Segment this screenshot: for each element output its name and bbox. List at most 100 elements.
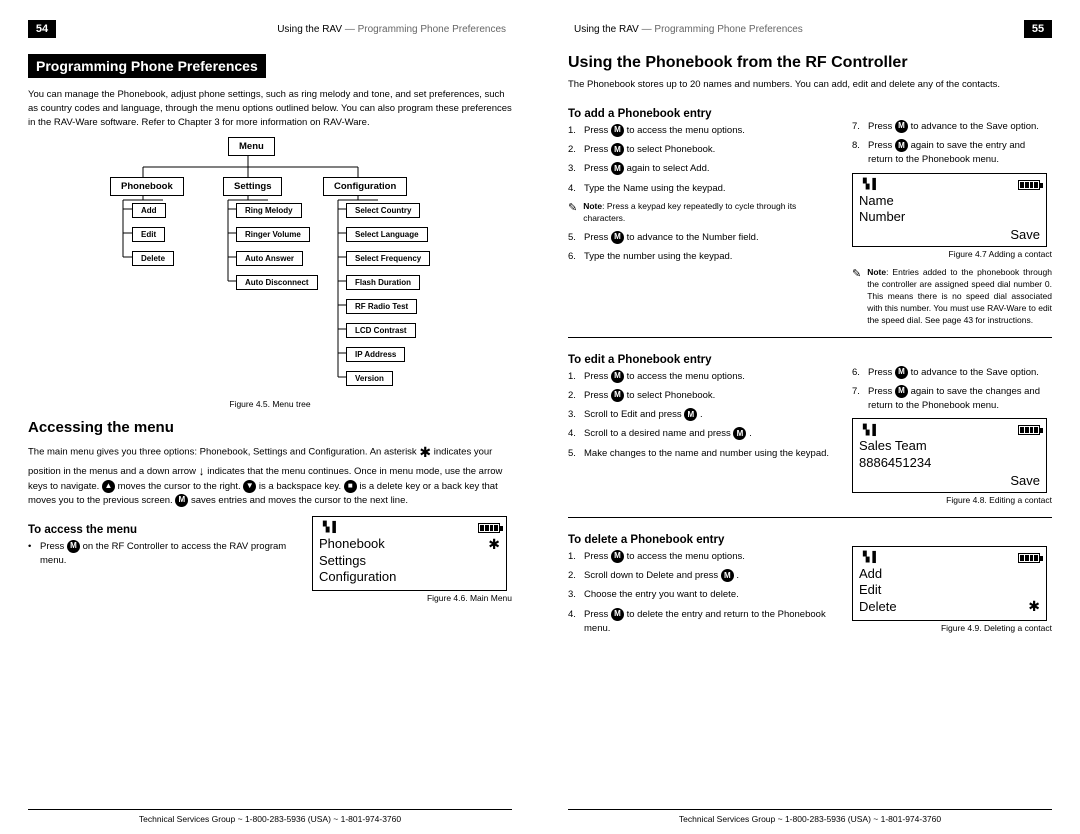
lcd-line: Add (859, 566, 1040, 582)
header-text: Using the RAV — Programming Phone Prefer… (56, 24, 512, 35)
lcd-line: Configuration (319, 569, 500, 585)
up-key-icon: ▲ (102, 480, 115, 493)
divider (568, 337, 1052, 338)
m-key-icon: M (611, 389, 624, 402)
signal-icon: ▝▖▌ (859, 425, 878, 436)
tree-item: Delete (132, 251, 174, 266)
tree-item: Ringer Volume (236, 227, 310, 242)
tree-settings: Settings (223, 177, 282, 196)
delete-steps: Press M to access the menu options. Scro… (568, 550, 834, 636)
edit-steps-right: Press M to advance to the Save option. P… (852, 366, 1052, 414)
m-key-icon: M (895, 385, 908, 398)
m-key-icon: M (611, 608, 624, 621)
redial-key-icon: ■ (344, 480, 357, 493)
phonebook-intro: The Phonebook stores up to 20 names and … (568, 78, 1052, 92)
lcd-edit-contact: ▝▖▌ Sales Team 8886451234 Save (852, 418, 1047, 493)
accessing-body: The main menu gives you three options: P… (28, 442, 512, 507)
tree-configuration: Configuration (323, 177, 407, 196)
lcd-line: Delete (859, 599, 897, 615)
tree-connectors (28, 137, 512, 397)
add-steps-left-cont: Press M to advance to the Number field. … (568, 231, 834, 265)
figure-caption: Figure 4.8. Editing a contact (852, 495, 1052, 505)
menu-tree-diagram: Menu Phonebook Settings Configuration Ad… (28, 137, 512, 397)
header-text: Using the RAV — Programming Phone Prefer… (568, 24, 1024, 35)
page-number: 54 (28, 20, 56, 38)
edit-steps-left: Press M to access the menu options. Pres… (568, 370, 834, 461)
tree-item: Auto Disconnect (236, 275, 318, 290)
lcd-line: Settings (319, 553, 500, 569)
lcd-line: Number (859, 209, 1040, 225)
m-key-icon: M (611, 231, 624, 244)
down-key-icon: ▼ (243, 480, 256, 493)
lcd-save: Save (859, 227, 1040, 242)
tree-item: Add (132, 203, 166, 218)
battery-icon (478, 523, 500, 533)
battery-icon (1018, 553, 1040, 563)
asterisk-icon: ✱ (1028, 598, 1040, 616)
battery-icon (1018, 180, 1040, 190)
section-title-band: Programming Phone Preferences (28, 54, 266, 78)
lcd-line: Name (859, 193, 1040, 209)
page-left: 54 Using the RAV — Programming Phone Pre… (0, 0, 540, 834)
m-key-icon: M (611, 550, 624, 563)
page-right: Using the RAV — Programming Phone Prefer… (540, 0, 1080, 834)
tree-item: LCD Contrast (346, 323, 416, 338)
tree-item: Select Language (346, 227, 428, 242)
add-steps-left: Press M to access the menu options. Pres… (568, 124, 834, 196)
tree-phonebook: Phonebook (110, 177, 184, 196)
tree-item: Select Frequency (346, 251, 430, 266)
page-footer: Technical Services Group ~ 1-800-283-593… (568, 809, 1052, 824)
m-key-icon: M (733, 427, 746, 440)
accessing-menu-heading: Accessing the menu (28, 419, 512, 436)
m-key-icon: M (611, 370, 624, 383)
tree-item: Flash Duration (346, 275, 420, 290)
tree-item: Select Country (346, 203, 420, 218)
add-steps-right: Press M to advance to the Save option. P… (852, 120, 1052, 168)
tree-item: Ring Melody (236, 203, 302, 218)
lcd-main-menu: ▝▖▌ Phonebook ✱ Settings Configuration (312, 516, 507, 591)
intro-paragraph: You can manage the Phonebook, adjust pho… (28, 88, 512, 129)
lcd-delete-contact: ▝▖▌ Add Edit Delete ✱ (852, 546, 1047, 621)
lcd-line: Edit (859, 582, 1040, 598)
signal-icon: ▝▖▌ (859, 552, 878, 563)
m-key-icon: M (175, 494, 188, 507)
page-number: 55 (1024, 20, 1052, 38)
figure-caption: Figure 4.9. Deleting a contact (852, 623, 1052, 633)
figure-caption: Figure 4.6. Main Menu (312, 593, 512, 603)
tree-item: Edit (132, 227, 165, 242)
page-header: 54 Using the RAV — Programming Phone Pre… (28, 20, 512, 38)
m-key-icon: M (895, 120, 908, 133)
note-cycle-chars: ✎ Note: Press a keypad key repeatedly to… (568, 201, 834, 225)
lcd-add-contact: ▝▖▌ Name Number Save (852, 173, 1047, 248)
using-phonebook-heading: Using the Phonebook from the RF Controll… (568, 54, 1052, 72)
signal-icon: ▝▖▌ (859, 179, 878, 190)
m-key-icon: M (611, 143, 624, 156)
document-spread: 54 Using the RAV — Programming Phone Pre… (0, 0, 1080, 834)
note-icon: ✎ (568, 201, 577, 225)
battery-icon (1018, 425, 1040, 435)
m-key-icon: M (67, 540, 80, 553)
signal-icon: ▝▖▌ (319, 522, 338, 533)
figure-caption: Figure 4.5. Menu tree (28, 399, 512, 409)
m-key-icon: M (895, 139, 908, 152)
edit-entry-heading: To edit a Phonebook entry (568, 354, 834, 366)
add-entry-heading: To add a Phonebook entry (568, 108, 834, 120)
access-bullet: Press M on the RF Controller to access t… (28, 540, 294, 569)
tree-item: Auto Answer (236, 251, 303, 266)
lcd-save: Save (859, 473, 1040, 488)
m-key-icon: M (721, 569, 734, 582)
page-footer: Technical Services Group ~ 1-800-283-593… (28, 809, 512, 824)
lcd-line: Phonebook (319, 536, 385, 552)
divider (568, 517, 1052, 518)
asterisk-icon: ✱ (488, 536, 500, 554)
tree-root: Menu (228, 137, 275, 156)
lcd-line: 8886451234 (859, 455, 1040, 471)
tree-item: IP Address (346, 347, 405, 362)
delete-entry-heading: To delete a Phonebook entry (568, 534, 834, 546)
m-key-icon: M (684, 408, 697, 421)
tree-item: Version (346, 371, 393, 386)
m-key-icon: M (611, 162, 624, 175)
note-speed-dial: ✎ Note: Entries added to the phonebook t… (852, 267, 1052, 326)
m-key-icon: M (895, 366, 908, 379)
figure-caption: Figure 4.7 Adding a contact (852, 249, 1052, 259)
